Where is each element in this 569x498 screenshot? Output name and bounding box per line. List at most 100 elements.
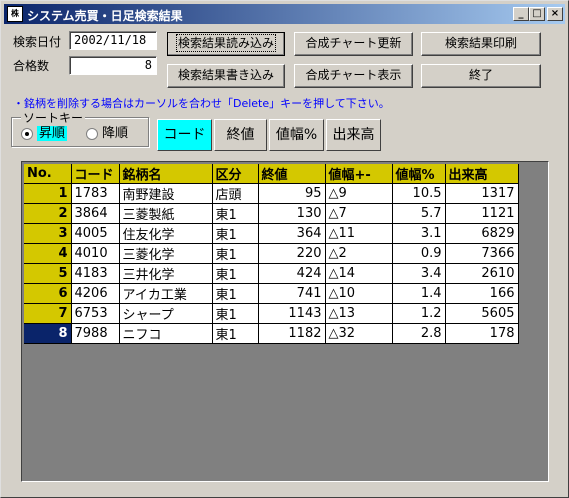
sort-by-volume-button[interactable]: 出来高 — [326, 119, 381, 151]
cell-code[interactable]: 4206 — [71, 283, 120, 304]
cell-code[interactable]: 7988 — [71, 323, 120, 344]
row-number[interactable]: 6 — [24, 283, 72, 304]
row-number[interactable]: 3 — [24, 223, 72, 244]
table-row[interactable]: 3 4005 住友化学 東1 364 △11 3.1 6829 — [24, 223, 519, 244]
exit-button[interactable]: 終了 — [421, 64, 541, 88]
row-number[interactable]: 2 — [24, 203, 72, 224]
col-change[interactable]: 値幅+- — [325, 164, 393, 184]
cell-market[interactable]: 店頭 — [212, 183, 259, 204]
cell-change-pct[interactable]: 0.9 — [392, 243, 446, 264]
cell-change[interactable]: △13 — [325, 303, 393, 324]
cell-name[interactable]: 三菱化学 — [119, 243, 213, 264]
load-results-button[interactable]: 検索結果読み込み — [167, 32, 285, 56]
cell-close[interactable]: 220 — [258, 243, 326, 264]
cell-volume[interactable]: 1317 — [445, 183, 519, 204]
cell-volume[interactable]: 2610 — [445, 263, 519, 284]
row-number[interactable]: 5 — [24, 263, 72, 284]
sort-by-close-button[interactable]: 終値 — [214, 119, 267, 151]
table-row[interactable]: 7 6753 シャープ 東1 1143 △13 1.2 5605 — [24, 303, 519, 324]
cell-code[interactable]: 6753 — [71, 303, 120, 324]
print-results-button[interactable]: 検索結果印刷 — [421, 32, 541, 56]
close-button[interactable]: × — [547, 7, 563, 21]
maximize-button[interactable]: □ — [529, 7, 545, 21]
row-number[interactable]: 1 — [24, 183, 72, 204]
cell-close[interactable]: 364 — [258, 223, 326, 244]
cell-change[interactable]: △14 — [325, 263, 393, 284]
title-bar[interactable]: 株 システム売買・日足検索結果 _ □ × — [4, 4, 565, 24]
cell-market[interactable]: 東1 — [212, 223, 259, 244]
update-chart-button[interactable]: 合成チャート更新 — [294, 32, 413, 56]
cell-close[interactable]: 130 — [258, 203, 326, 224]
cell-code[interactable]: 4010 — [71, 243, 120, 264]
cell-market[interactable]: 東1 — [212, 303, 259, 324]
col-volume[interactable]: 出来高 — [445, 164, 519, 184]
cell-name[interactable]: 三菱製紙 — [119, 203, 213, 224]
cell-close[interactable]: 741 — [258, 283, 326, 304]
cell-close[interactable]: 424 — [258, 263, 326, 284]
cell-volume[interactable]: 5605 — [445, 303, 519, 324]
cell-market[interactable]: 東1 — [212, 203, 259, 224]
row-number[interactable]: 8 — [24, 323, 72, 344]
cell-volume[interactable]: 7366 — [445, 243, 519, 264]
cell-code[interactable]: 4005 — [71, 223, 120, 244]
cell-name[interactable]: 三井化学 — [119, 263, 213, 284]
cell-change[interactable]: △10 — [325, 283, 393, 304]
minimize-button[interactable]: _ — [513, 7, 529, 21]
count-field[interactable]: 8 — [69, 56, 157, 75]
cell-name[interactable]: 南野建設 — [119, 183, 213, 204]
col-name[interactable]: 銘柄名 — [119, 164, 213, 184]
col-market[interactable]: 区分 — [212, 164, 259, 184]
cell-name[interactable]: ニフコ — [119, 323, 213, 344]
col-close[interactable]: 終値 — [258, 164, 326, 184]
cell-volume[interactable]: 6829 — [445, 223, 519, 244]
cell-change-pct[interactable]: 5.7 — [392, 203, 446, 224]
table-row[interactable]: 4 4010 三菱化学 東1 220 △2 0.9 7366 — [24, 243, 519, 264]
descending-radio[interactable]: 降順 — [86, 126, 128, 142]
cell-close[interactable]: 95 — [258, 183, 326, 204]
cell-change-pct[interactable]: 1.2 — [392, 303, 446, 324]
table-row[interactable]: 6 4206 アイカ工業 東1 741 △10 1.4 166 — [24, 283, 519, 304]
save-results-button[interactable]: 検索結果書き込み — [167, 64, 285, 88]
cell-change[interactable]: △32 — [325, 323, 393, 344]
cell-volume[interactable]: 1121 — [445, 203, 519, 224]
row-number[interactable]: 7 — [24, 303, 72, 324]
results-grid[interactable]: No. コード 銘柄名 区分 終値 値幅+- 値幅% 出来高 1 1783 南野… — [21, 161, 549, 482]
ascending-radio[interactable]: 昇順 — [21, 126, 68, 142]
cell-name[interactable]: アイカ工業 — [119, 283, 213, 304]
cell-market[interactable]: 東1 — [212, 243, 259, 264]
cell-change-pct[interactable]: 2.8 — [392, 323, 446, 344]
app-icon[interactable]: 株 — [7, 6, 23, 22]
cell-volume[interactable]: 166 — [445, 283, 519, 304]
cell-change-pct[interactable]: 3.1 — [392, 223, 446, 244]
cell-name[interactable]: シャープ — [119, 303, 213, 324]
cell-market[interactable]: 東1 — [212, 323, 259, 344]
table-row[interactable]: 1 1783 南野建設 店頭 95 △9 10.5 1317 — [24, 183, 519, 204]
cell-market[interactable]: 東1 — [212, 263, 259, 284]
cell-code[interactable]: 4183 — [71, 263, 120, 284]
cell-code[interactable]: 3864 — [71, 203, 120, 224]
cell-change-pct[interactable]: 10.5 — [392, 183, 446, 204]
col-no[interactable]: No. — [24, 164, 72, 184]
show-chart-button[interactable]: 合成チャート表示 — [294, 64, 413, 88]
cell-change-pct[interactable]: 1.4 — [392, 283, 446, 304]
cell-change[interactable]: △9 — [325, 183, 393, 204]
cell-change-pct[interactable]: 3.4 — [392, 263, 446, 284]
cell-close[interactable]: 1143 — [258, 303, 326, 324]
row-number[interactable]: 4 — [24, 243, 72, 264]
sort-by-code-button[interactable]: コード — [157, 119, 212, 151]
table-row-selected[interactable]: 8 7988 ニフコ 東1 1182 △32 2.8 178 — [24, 323, 519, 344]
cell-volume[interactable]: 178 — [445, 323, 519, 344]
table-row[interactable]: 2 3864 三菱製紙 東1 130 △7 5.7 1121 — [24, 203, 519, 224]
col-change-pct[interactable]: 値幅% — [392, 164, 446, 184]
cell-change[interactable]: △7 — [325, 203, 393, 224]
cell-market[interactable]: 東1 — [212, 283, 259, 304]
cell-name[interactable]: 住友化学 — [119, 223, 213, 244]
cell-close[interactable]: 1182 — [258, 323, 326, 344]
cell-change[interactable]: △2 — [325, 243, 393, 264]
table-row[interactable]: 5 4183 三井化学 東1 424 △14 3.4 2610 — [24, 263, 519, 284]
sort-by-change-pct-button[interactable]: 値幅% — [269, 119, 324, 151]
cell-change[interactable]: △11 — [325, 223, 393, 244]
date-field[interactable]: 2002/11/18 — [69, 31, 157, 50]
col-code[interactable]: コード — [71, 164, 120, 184]
cell-code[interactable]: 1783 — [71, 183, 120, 204]
